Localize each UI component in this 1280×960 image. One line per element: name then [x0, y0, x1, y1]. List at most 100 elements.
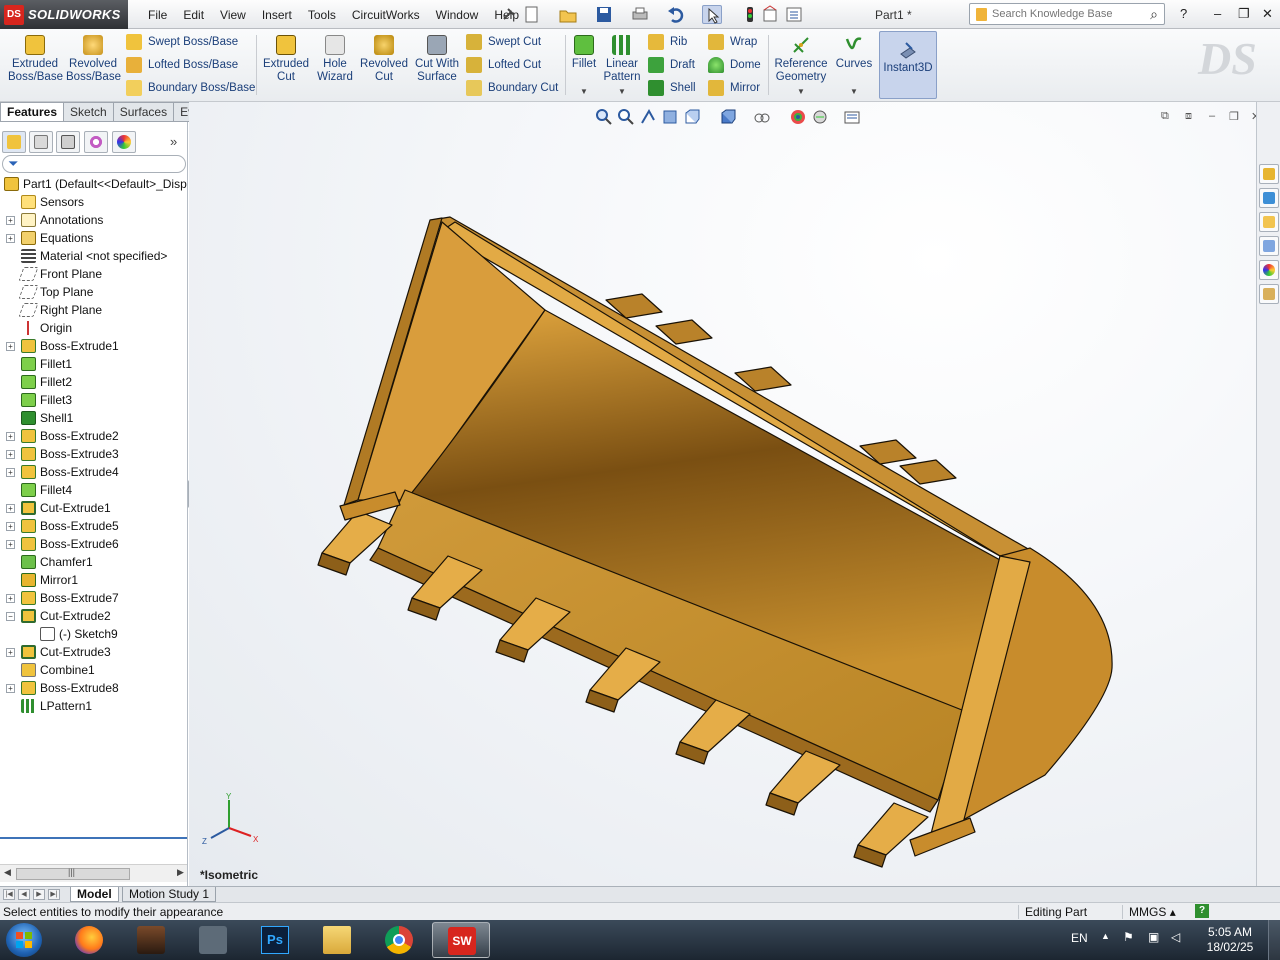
taskbar-clock[interactable]: 5:05 AM 18/02/25 [1200, 925, 1260, 955]
select-icon[interactable] [702, 5, 722, 24]
custom-properties-tab[interactable] [1259, 284, 1279, 304]
tree-item-cut-extrude1[interactable]: + Cut-Extrude1 [0, 499, 187, 517]
fillet-button[interactable]: Fillet [568, 35, 600, 71]
menu-circuitworks[interactable]: CircuitWorks [344, 8, 428, 22]
reference-geometry-button[interactable]: Reference Geometry [772, 35, 830, 84]
tree-item-shell1[interactable]: Shell1 [0, 409, 187, 427]
taskbar-counter-strike[interactable] [184, 922, 242, 958]
expand-icon[interactable]: + [6, 450, 15, 459]
expand-icon[interactable]: + [6, 504, 15, 513]
rollback-bar[interactable] [0, 837, 187, 839]
volume-icon[interactable]: ◁ [1171, 930, 1180, 944]
menu-tools[interactable]: Tools [300, 8, 344, 22]
graphics-area[interactable]: ⧉ ⧈ – ❐ ✕ Y X Z *Isometric [189, 102, 1256, 886]
lofted-cut-button[interactable]: Lofted Cut [466, 56, 541, 74]
boundary-boss-button[interactable]: Boundary Boss/Base [126, 79, 255, 97]
new-document-icon[interactable] [522, 5, 542, 24]
curves-button[interactable]: Curves [834, 35, 874, 71]
zoom-to-fit-icon[interactable] [595, 108, 613, 126]
hole-wizard-button[interactable]: Hole Wizard [314, 35, 356, 84]
expand-icon[interactable]: + [6, 468, 15, 477]
collapse-icon[interactable]: − [6, 612, 15, 621]
fillet-dropdown-icon[interactable]: ▼ [580, 87, 588, 96]
expand-icon[interactable]: + [6, 684, 15, 693]
design-library-tab[interactable] [1259, 188, 1279, 208]
menu-window[interactable]: Window [428, 8, 487, 22]
taskbar-game[interactable] [122, 922, 180, 958]
menu-view[interactable]: View [212, 8, 254, 22]
solidworks-logo[interactable]: DS SOLIDWORKS [0, 0, 128, 29]
extruded-cut-button[interactable]: Extruded Cut [262, 35, 310, 84]
minimize-button[interactable]: – [1214, 6, 1221, 21]
viewport-minimize-icon[interactable]: – [1209, 110, 1215, 122]
menu-insert[interactable]: Insert [254, 8, 300, 22]
expand-icon[interactable]: + [6, 216, 15, 225]
taskbar-firefox[interactable] [60, 922, 118, 958]
last-tab-icon[interactable]: ▶| [48, 889, 60, 900]
tree-item-right-plane[interactable]: Right Plane [0, 301, 187, 319]
tree-item-top-plane[interactable]: Top Plane [0, 283, 187, 301]
boundary-cut-button[interactable]: Boundary Cut [466, 79, 558, 97]
pin-icon[interactable] [498, 5, 518, 24]
expand-icon[interactable]: + [6, 432, 15, 441]
open-folder-icon[interactable] [558, 5, 578, 24]
search-icon[interactable]: ⌕ [1150, 6, 1158, 23]
apply-scene-icon[interactable] [811, 108, 829, 126]
action-center-flag-icon[interactable]: ⚑ [1123, 930, 1134, 944]
mirror-button[interactable]: Mirror [708, 79, 760, 97]
dimxpert-manager-tab[interactable] [84, 131, 108, 153]
zoom-to-area-icon[interactable] [617, 108, 635, 126]
tree-item-fillet1[interactable]: Fillet1 [0, 355, 187, 373]
tab-surfaces[interactable]: Surfaces [113, 102, 175, 122]
viewport-link-icon[interactable]: ⧈ [1185, 110, 1192, 123]
tree-item-origin[interactable]: Origin [0, 319, 187, 337]
tree-item-fillet2[interactable]: Fillet2 [0, 373, 187, 391]
tree-item-boss-extrude2[interactable]: + Boss-Extrude2 [0, 427, 187, 445]
restore-button[interactable]: ❐ [1238, 6, 1250, 22]
tree-item-combine1[interactable]: Combine1 [0, 661, 187, 679]
undo-icon[interactable] [666, 5, 686, 24]
panel-horizontal-scrollbar[interactable]: ◀ ||| ▶ [0, 864, 187, 882]
curves-dropdown-icon[interactable]: ▼ [850, 87, 858, 96]
next-tab-icon[interactable]: ▶ [33, 889, 45, 900]
previous-view-icon[interactable] [639, 108, 657, 126]
show-hidden-icons-icon[interactable]: ▲ [1101, 931, 1110, 941]
bottom-tab-motion-study-1[interactable]: Motion Study 1 [122, 887, 217, 902]
draft-button[interactable]: Draft [648, 56, 695, 74]
configuration-manager-tab[interactable] [56, 131, 80, 153]
solidworks-resources-tab[interactable] [1259, 164, 1279, 184]
print-icon[interactable] [630, 5, 650, 24]
tree-item-boss-extrude8[interactable]: + Boss-Extrude8 [0, 679, 187, 697]
tree-item-boss-extrude7[interactable]: + Boss-Extrude7 [0, 589, 187, 607]
tree-item-boss-extrude1[interactable]: + Boss-Extrude1 [0, 337, 187, 355]
display-style-icon[interactable] [719, 108, 737, 126]
taskbar-file-explorer[interactable] [308, 922, 366, 958]
tab-sketch[interactable]: Sketch [64, 102, 114, 122]
chevron-right-icon[interactable]: » [170, 134, 177, 149]
tree-item-annotations[interactable]: + Annotations [0, 211, 187, 229]
tree-item-boss-extrude5[interactable]: + Boss-Extrude5 [0, 517, 187, 535]
view-settings-icon[interactable] [843, 108, 861, 126]
hide-show-items-icon[interactable] [753, 108, 771, 126]
bottom-tab-model[interactable]: Model [70, 887, 119, 902]
expand-icon[interactable]: + [6, 234, 15, 243]
taskbar-photoshop[interactable]: Ps [246, 922, 304, 958]
view-orientation-icon[interactable] [683, 108, 701, 126]
tree-item-sensors[interactable]: Sensors [0, 193, 187, 211]
appearances-tab[interactable] [1259, 260, 1279, 280]
viewport-split-icon[interactable]: ⧉ [1161, 110, 1169, 123]
tree-item-sketch9[interactable]: (-) Sketch9 [0, 625, 187, 643]
expand-icon[interactable]: + [6, 594, 15, 603]
status-help-icon[interactable]: ? [1195, 904, 1209, 918]
tree-item-boss-extrude4[interactable]: + Boss-Extrude4 [0, 463, 187, 481]
lofted-boss-button[interactable]: Lofted Boss/Base [126, 56, 238, 74]
tree-item-material-not-specified[interactable]: Material <not specified> [0, 247, 187, 265]
tree-item-boss-extrude6[interactable]: + Boss-Extrude6 [0, 535, 187, 553]
expand-icon[interactable]: + [6, 522, 15, 531]
property-manager-tab[interactable] [29, 131, 53, 153]
file-properties-icon[interactable] [760, 5, 780, 24]
revolved-boss-button[interactable]: Revolved Boss/Base [66, 35, 121, 84]
prev-tab-icon[interactable]: ◀ [18, 889, 30, 900]
show-desktop-button[interactable] [1268, 920, 1280, 960]
tree-item-chamfer1[interactable]: Chamfer1 [0, 553, 187, 571]
